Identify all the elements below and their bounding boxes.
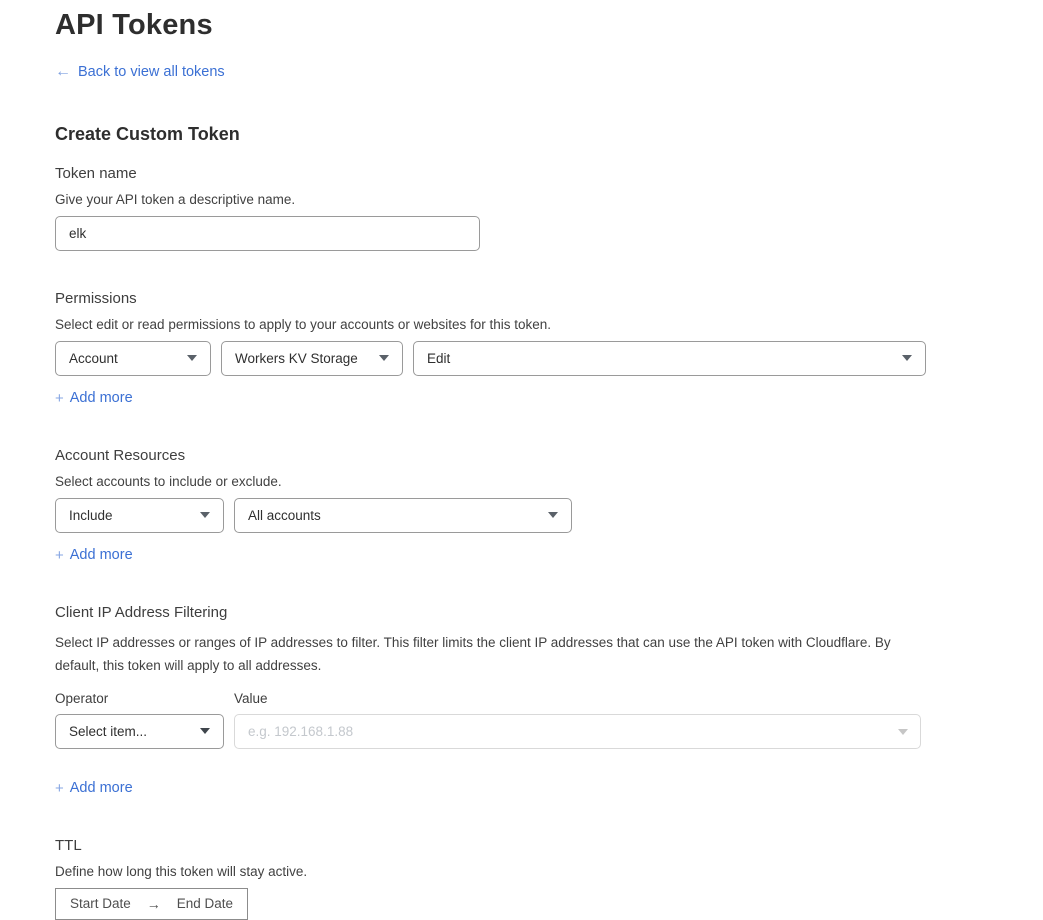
- chevron-down-icon: [379, 355, 389, 361]
- create-custom-token-heading: Create Custom Token: [55, 124, 1043, 145]
- ttl-section: TTL Define how long this token will stay…: [55, 837, 1043, 920]
- permission-scope-select[interactable]: Account: [55, 341, 211, 376]
- operator-label: Operator: [55, 691, 234, 706]
- resource-accounts-select[interactable]: All accounts: [234, 498, 572, 533]
- ip-filtering-column-labels: Operator Value: [55, 691, 1043, 706]
- account-resources-section: Account Resources Select accounts to inc…: [55, 447, 1043, 565]
- end-date-button[interactable]: End Date: [177, 896, 233, 911]
- resource-accounts-value: All accounts: [248, 508, 321, 523]
- plus-icon: +: [55, 780, 64, 797]
- ip-filtering-add-more-link[interactable]: + Add more: [55, 780, 133, 797]
- back-link[interactable]: ← Back to view all tokens: [55, 64, 225, 80]
- ip-filtering-helper: Select IP addresses or ranges of IP addr…: [55, 631, 923, 677]
- chevron-down-icon: [902, 355, 912, 361]
- account-resources-row: Include All accounts: [55, 498, 1043, 533]
- account-resources-label: Account Resources: [55, 447, 1043, 464]
- permission-access-value: Edit: [427, 351, 450, 366]
- token-name-input[interactable]: [55, 216, 480, 251]
- permissions-row: Account Workers KV Storage Edit: [55, 341, 1043, 376]
- right-arrow-icon: →: [147, 896, 161, 912]
- back-link-label: Back to view all tokens: [78, 64, 225, 80]
- ttl-date-range-picker[interactable]: Start Date → End Date: [55, 888, 248, 920]
- permission-group-select[interactable]: Workers KV Storage: [221, 341, 403, 376]
- chevron-down-icon: [187, 355, 197, 361]
- permission-group-value: Workers KV Storage: [235, 351, 358, 366]
- page-title: API Tokens: [55, 8, 1043, 43]
- plus-icon: +: [55, 390, 64, 407]
- ip-filtering-section: Client IP Address Filtering Select IP ad…: [55, 604, 1043, 798]
- ip-operator-select[interactable]: Select item...: [55, 714, 224, 749]
- resource-mode-select[interactable]: Include: [55, 498, 224, 533]
- permission-access-select[interactable]: Edit: [413, 341, 926, 376]
- permissions-helper: Select edit or read permissions to apply…: [55, 317, 1043, 332]
- add-more-label: Add more: [70, 390, 133, 406]
- ip-filtering-label: Client IP Address Filtering: [55, 604, 1043, 621]
- plus-icon: +: [55, 547, 64, 564]
- ip-filtering-row: Select item...: [55, 714, 1043, 749]
- chevron-down-icon: [548, 512, 558, 518]
- token-name-helper: Give your API token a descriptive name.: [55, 192, 1043, 207]
- account-resources-helper: Select accounts to include or exclude.: [55, 474, 1043, 489]
- add-more-label: Add more: [70, 780, 133, 796]
- permissions-add-more-link[interactable]: + Add more: [55, 390, 133, 407]
- permissions-label: Permissions: [55, 290, 1043, 307]
- start-date-button[interactable]: Start Date: [70, 896, 131, 911]
- api-tokens-page: API Tokens ← Back to view all tokens Cre…: [0, 0, 1043, 920]
- chevron-down-icon: [200, 512, 210, 518]
- ip-value-input[interactable]: [234, 714, 921, 749]
- chevron-down-icon: [898, 729, 908, 735]
- ttl-helper: Define how long this token will stay act…: [55, 864, 1043, 879]
- permission-scope-value: Account: [69, 351, 118, 366]
- ttl-label: TTL: [55, 837, 1043, 854]
- add-more-label: Add more: [70, 547, 133, 563]
- back-arrow-icon: ←: [55, 64, 71, 80]
- token-name-label: Token name: [55, 165, 1043, 182]
- value-label: Value: [234, 691, 268, 706]
- account-resources-add-more-link[interactable]: + Add more: [55, 547, 133, 564]
- permissions-section: Permissions Select edit or read permissi…: [55, 290, 1043, 408]
- ip-operator-value: Select item...: [69, 724, 147, 739]
- resource-mode-value: Include: [69, 508, 113, 523]
- chevron-down-icon: [200, 728, 210, 734]
- token-name-section: Token name Give your API token a descrip…: [55, 165, 1043, 251]
- ip-value-field: [234, 714, 921, 749]
